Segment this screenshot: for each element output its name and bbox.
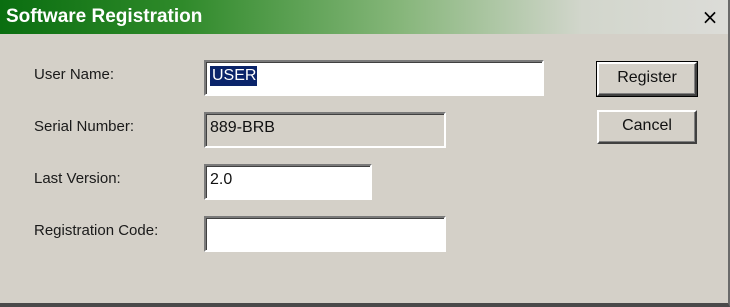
- registration-code-input[interactable]: [204, 216, 446, 252]
- user-name-input[interactable]: USER: [204, 60, 544, 96]
- registration-code-label: Registration Code:: [34, 222, 159, 239]
- registration-dialog: Software Registration × User Name: USER …: [0, 0, 730, 307]
- close-icon[interactable]: ×: [700, 6, 720, 28]
- window-title: Software Registration: [6, 6, 203, 27]
- user-name-selected-text: USER: [210, 66, 258, 86]
- serial-number-label: Serial Number:: [34, 118, 135, 135]
- register-button[interactable]: Register: [596, 61, 698, 97]
- last-version-input[interactable]: 2.0: [204, 164, 372, 200]
- title-bar[interactable]: Software Registration ×: [0, 0, 728, 34]
- cancel-button[interactable]: Cancel: [597, 110, 697, 144]
- last-version-label: Last Version:: [34, 170, 121, 187]
- user-name-label: User Name:: [34, 66, 115, 83]
- serial-number-field: 889-BRB: [204, 112, 446, 148]
